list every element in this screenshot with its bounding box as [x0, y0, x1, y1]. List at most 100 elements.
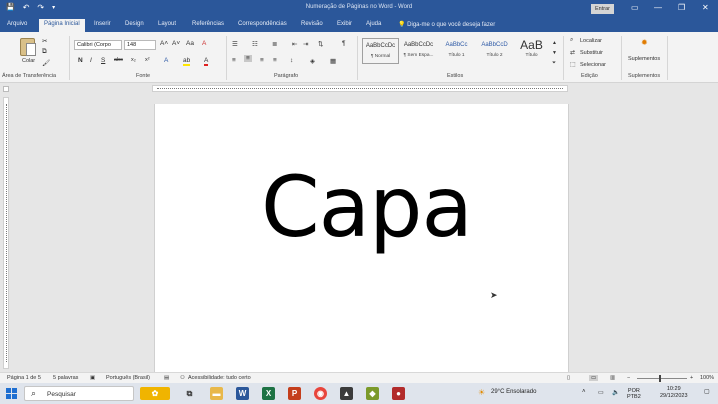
- excel-app-icon[interactable]: X: [262, 387, 275, 400]
- style-heading-2[interactable]: AaBbCcD Título 2: [476, 38, 513, 64]
- styles-scroll-up-icon[interactable]: ▲: [552, 40, 557, 46]
- replace-icon[interactable]: ⇄: [570, 49, 575, 56]
- paste-icon[interactable]: [20, 38, 36, 56]
- text-effects-button[interactable]: A: [164, 57, 168, 64]
- clear-formatting-button[interactable]: A: [202, 40, 206, 47]
- highlight-button[interactable]: ab: [183, 57, 191, 66]
- bullets-icon[interactable]: ☰: [232, 40, 238, 48]
- superscript-button[interactable]: x²: [145, 57, 150, 63]
- find-button[interactable]: Localizar: [580, 38, 602, 44]
- accessibility-icon[interactable]: ⚇: [180, 375, 185, 381]
- weather-icon[interactable]: ☀: [478, 388, 485, 397]
- clock[interactable]: 10:29 29/12/2023: [660, 386, 688, 400]
- tab-referencias[interactable]: Referências: [192, 21, 224, 27]
- minimize-button[interactable]: —: [654, 3, 662, 12]
- input-language[interactable]: POR PTB2: [627, 388, 641, 400]
- find-icon[interactable]: ⌕: [570, 37, 573, 44]
- increase-indent-icon[interactable]: ⇥: [303, 40, 308, 48]
- tab-selector[interactable]: [3, 86, 9, 92]
- strikethrough-button[interactable]: abc: [114, 57, 123, 63]
- format-painter-icon[interactable]: 🖌: [42, 59, 50, 67]
- app-icon[interactable]: ▲: [340, 387, 353, 400]
- line-spacing-icon[interactable]: ↕: [290, 57, 293, 64]
- font-name-select[interactable]: Calibri (Corpo: [74, 40, 122, 50]
- font-color-button[interactable]: A: [204, 57, 209, 66]
- shading-icon[interactable]: ◈: [310, 57, 315, 65]
- cut-icon[interactable]: ✂: [42, 37, 47, 45]
- multilevel-list-icon[interactable]: ≣: [272, 40, 277, 48]
- word-count[interactable]: 5 palavras: [53, 375, 78, 381]
- replace-button[interactable]: Substituir: [580, 50, 603, 56]
- decrease-indent-icon[interactable]: ⇤: [292, 40, 297, 48]
- borders-icon[interactable]: ▦: [330, 57, 336, 65]
- restore-button[interactable]: ❐: [678, 3, 685, 12]
- app-icon[interactable]: ◆: [366, 387, 379, 400]
- read-mode-icon[interactable]: ▯: [567, 375, 570, 381]
- zoom-slider-thumb[interactable]: [659, 375, 661, 382]
- copy-icon[interactable]: ⧉: [42, 48, 47, 56]
- word-app-icon[interactable]: W: [236, 387, 249, 400]
- zoom-level[interactable]: 100%: [700, 375, 714, 381]
- page-count[interactable]: Página 1 de 5: [7, 375, 41, 381]
- justify-icon[interactable]: ≡: [273, 57, 277, 64]
- change-case-button[interactable]: Aa: [186, 40, 194, 47]
- tell-me-search[interactable]: 💡 Diga-me o que você deseja fazer: [398, 21, 495, 28]
- style-normal[interactable]: AaBbCcDc ¶ Normal: [362, 38, 399, 64]
- tab-exibir[interactable]: Exibir: [337, 21, 352, 27]
- search-highlight-icon[interactable]: ✿: [140, 387, 170, 400]
- language-status[interactable]: Português (Brasil): [106, 375, 150, 381]
- bold-button[interactable]: N: [78, 57, 83, 64]
- speaker-icon[interactable]: 🔈: [612, 389, 619, 396]
- windows-start-icon[interactable]: [6, 388, 17, 399]
- signin-button[interactable]: Entrar: [591, 4, 614, 14]
- weather-text[interactable]: 29°C Ensolarado: [491, 389, 536, 395]
- tab-pagina-inicial[interactable]: Página Inicial: [39, 19, 85, 32]
- align-left-icon[interactable]: ≡: [232, 57, 236, 64]
- sort-icon[interactable]: ⇅: [318, 40, 323, 48]
- taskbar-search[interactable]: ⌕ Pesquisar: [24, 386, 134, 401]
- align-center-icon[interactable]: ≡: [244, 55, 252, 62]
- zoom-in-icon[interactable]: +: [690, 375, 693, 381]
- powerpoint-app-icon[interactable]: P: [288, 387, 301, 400]
- accessibility-status[interactable]: Acessibilidade: tudo certo: [188, 375, 251, 381]
- vertical-ruler[interactable]: [3, 97, 9, 369]
- tab-inserir[interactable]: Inserir: [94, 21, 111, 27]
- underline-button[interactable]: S: [101, 57, 105, 64]
- styles-more-icon[interactable]: ⏷: [552, 60, 556, 66]
- numbering-icon[interactable]: ☷: [252, 40, 258, 48]
- print-layout-icon[interactable]: ▭: [589, 375, 599, 381]
- style-heading-1[interactable]: AaBbCc Título 1: [438, 38, 475, 64]
- document-page[interactable]: Capa: [154, 104, 569, 372]
- styles-scroll-down-icon[interactable]: ▼: [552, 50, 557, 56]
- notifications-icon[interactable]: ▢: [704, 388, 710, 395]
- grow-font-button[interactable]: A˄: [160, 40, 168, 47]
- task-view-icon[interactable]: ⧉: [183, 387, 196, 400]
- italic-button[interactable]: I: [90, 57, 92, 64]
- file-explorer-icon[interactable]: ▬: [210, 387, 223, 400]
- shrink-font-button[interactable]: A˅: [172, 40, 180, 47]
- paste-button-label[interactable]: Colar: [22, 58, 35, 64]
- tray-arrow-icon[interactable]: ˄: [582, 389, 586, 395]
- style-title[interactable]: AaB Título: [513, 38, 550, 64]
- font-size-select[interactable]: 148: [124, 40, 156, 50]
- tab-correspondencias[interactable]: Correspondências: [238, 21, 287, 27]
- style-no-spacing[interactable]: AaBbCcDc ¶ Sem Espa...: [400, 38, 437, 64]
- tab-arquivo[interactable]: Arquivo: [7, 21, 27, 27]
- tab-layout[interactable]: Layout: [158, 21, 176, 27]
- close-button[interactable]: ✕: [702, 3, 709, 12]
- show-marks-button[interactable]: ¶: [342, 40, 346, 47]
- addins-icon[interactable]: ✹: [641, 38, 648, 47]
- zoom-slider[interactable]: [637, 378, 687, 379]
- zoom-out-icon[interactable]: −: [627, 375, 630, 381]
- tab-design[interactable]: Design: [125, 21, 144, 27]
- web-layout-icon[interactable]: ▥: [610, 375, 615, 381]
- align-right-icon[interactable]: ≡: [260, 57, 264, 64]
- ribbon-display-icon[interactable]: ▭: [631, 3, 639, 12]
- focus-icon[interactable]: ▤: [164, 375, 169, 381]
- tab-ajuda[interactable]: Ajuda: [366, 21, 381, 27]
- subscript-button[interactable]: x₂: [131, 57, 136, 63]
- network-icon[interactable]: ▭: [598, 389, 604, 396]
- tab-revisao[interactable]: Revisão: [301, 21, 323, 27]
- proofing-icon[interactable]: ▣: [90, 375, 95, 381]
- select-icon[interactable]: ⬚: [570, 61, 576, 68]
